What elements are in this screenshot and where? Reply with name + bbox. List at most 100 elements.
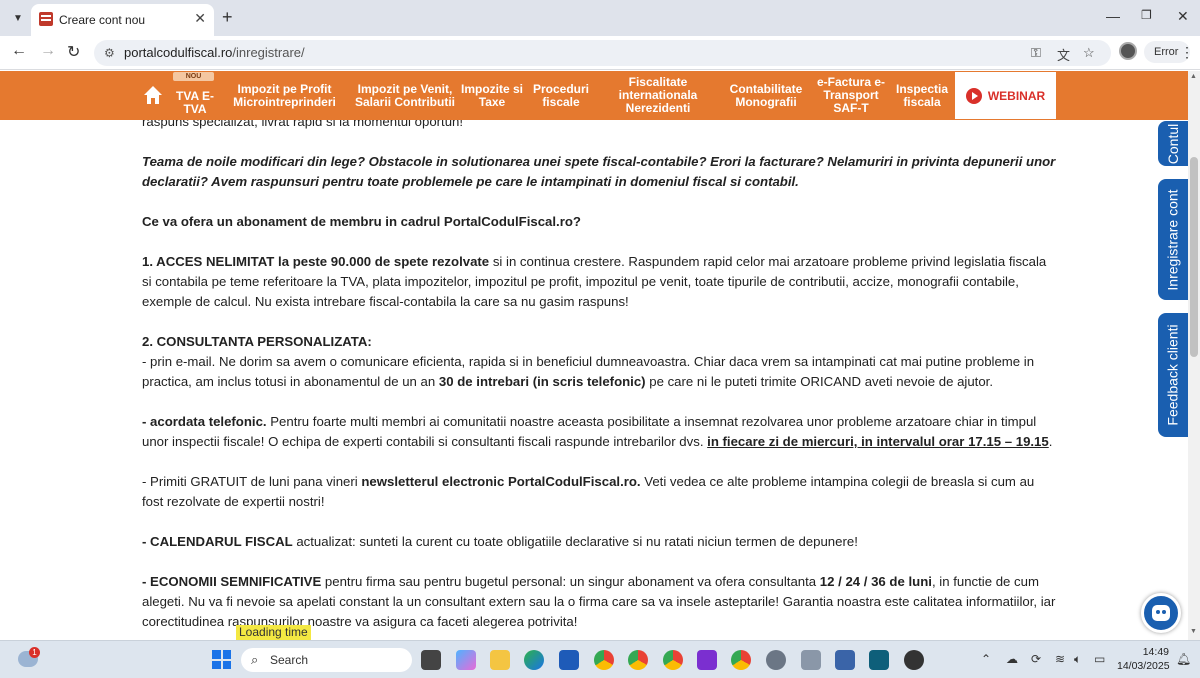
windows-start-icon[interactable]: [212, 650, 231, 669]
media-app-icon[interactable]: [697, 650, 717, 670]
tray-sync-icon[interactable]: ⟳: [1031, 652, 1041, 666]
feedback-label: Feedback clienti: [1165, 324, 1182, 426]
calendar-text: actualizat: sunteti la curent cu toate o…: [292, 534, 858, 549]
benefit-savings: - ECONOMII SEMNIFICATIVE pentru firma sa…: [142, 572, 1057, 632]
new-badge: NOU: [173, 72, 214, 81]
restore-icon[interactable]: ❐: [1141, 8, 1152, 22]
nav-item-contabilitate[interactable]: Contabilitate Monografii: [725, 71, 807, 120]
password-key-icon[interactable]: ⚿: [1031, 45, 1041, 61]
clock-time: 14:49: [1142, 646, 1169, 658]
close-tab-icon[interactable]: ✕: [194, 10, 206, 27]
url-host: portalcodulfiscal.ro: [124, 45, 233, 60]
loading-time-label: Loading time: [236, 625, 311, 640]
webinar-label: WEBINAR: [987, 88, 1046, 103]
nav-item-impozit-profit[interactable]: Impozit pe Profit Microintreprinderi: [232, 71, 337, 120]
benefit-2-text-b: pe care ni le puteti trimite ORICAND ave…: [645, 374, 994, 389]
profile-avatar-icon[interactable]: [1119, 42, 1137, 60]
reload-icon[interactable]: ↻: [67, 42, 80, 62]
translate-icon[interactable]: 文: [1057, 45, 1070, 64]
scroll-down-icon[interactable]: ▼: [1190, 628, 1197, 635]
savings-text-a: pentru firma sau pentru bugetul personal…: [321, 574, 820, 589]
benefit-newsletter: - Primiti GRATUIT de luni pana vineri ne…: [142, 472, 1057, 512]
window-close-icon[interactable]: ✕: [1177, 8, 1189, 25]
home-icon[interactable]: [143, 85, 163, 105]
chrome-icon[interactable]: [594, 650, 614, 670]
minimize-icon[interactable]: —: [1106, 8, 1120, 24]
notifications-icon[interactable]: 🔔︎: [1176, 652, 1191, 666]
benefit-2-bold: 30 de intrebari (in scris telefonic): [438, 374, 646, 389]
nav-item-inspectia[interactable]: Inspectia fiscala: [892, 71, 952, 120]
benefit-2: 2. CONSULTANTA PERSONALIZATA: - prin e-m…: [142, 332, 1057, 392]
clock-date: 14/03/2025: [1117, 660, 1170, 672]
remote-app-icon[interactable]: [835, 650, 855, 670]
nav-item-impozit-venit[interactable]: Impozit pe Venit, Salarii Contributii: [355, 71, 455, 120]
section-heading: Ce va ofera un abonament de membru in ca…: [142, 214, 581, 229]
tab-search-chevron-icon[interactable]: ▼: [8, 8, 28, 28]
bookmark-star-icon[interactable]: ☆: [1083, 45, 1095, 61]
store-icon[interactable]: [559, 650, 579, 670]
chatbot-button[interactable]: [1141, 593, 1181, 633]
newsletter-text-a: - Primiti GRATUIT de luni pana vineri: [142, 474, 362, 489]
benefit-phone: - acordata telefonic. Pentru foarte mult…: [142, 412, 1057, 452]
register-label: Inregistrare cont: [1165, 188, 1182, 291]
weather-badge: 1: [29, 647, 40, 658]
system-clock[interactable]: 14:49 14/03/2025: [1117, 645, 1170, 673]
address-row: ← → ↻ ⚙ portalcodulfiscal.ro/inregistrar…: [0, 36, 1200, 70]
settings-gear-icon[interactable]: [766, 650, 786, 670]
benefit-phone-title: - acordata telefonic.: [142, 414, 267, 429]
contul-side-tab[interactable]: Contul: [1158, 121, 1188, 166]
book-app-icon[interactable]: [869, 650, 889, 670]
windows-taskbar: 1 ⌕ Search ⌃ ☁ ⟳ ≋ 🔈︎ ▭ 14:49 14/03/2025…: [0, 640, 1200, 678]
search-placeholder: Search: [270, 653, 309, 667]
scrollbar-thumb[interactable]: [1190, 157, 1198, 357]
url-path: /inregistrare/: [232, 45, 305, 60]
nav-item-efactura[interactable]: e-Factura e-Transport SAF-T: [815, 71, 887, 120]
tab-strip: ▼ Creare cont nou ✕ + — ❐ ✕: [0, 0, 1200, 36]
page-scrollbar[interactable]: ▲ ▼: [1188, 71, 1200, 640]
browser-menu-icon[interactable]: ⋮: [1180, 44, 1194, 61]
scroll-up-icon[interactable]: ▲: [1190, 73, 1197, 80]
back-arrow-icon[interactable]: ←: [11, 42, 27, 60]
benefit-1: 1. ACCES NELIMITAT la peste 90.000 de sp…: [142, 252, 1057, 312]
volume-icon[interactable]: 🔈︎: [1074, 652, 1081, 667]
battery-icon[interactable]: ▭: [1094, 652, 1105, 666]
network-app-icon[interactable]: [801, 650, 821, 670]
recorder-app-icon[interactable]: [904, 650, 924, 670]
url-text[interactable]: portalcodulfiscal.ro/inregistrare/: [124, 45, 305, 60]
tray-app-icon[interactable]: ☁: [1006, 652, 1018, 666]
edge-icon[interactable]: [524, 650, 544, 670]
file-explorer-icon[interactable]: [490, 650, 510, 670]
tab-title: Creare cont nou: [59, 13, 146, 27]
taskbar-search[interactable]: ⌕ Search: [241, 648, 412, 672]
site-info-icon[interactable]: ⚙: [104, 46, 115, 60]
newsletter-bold: newsletterul electronic PortalCodulFisca…: [361, 474, 641, 489]
feedback-side-tab[interactable]: Feedback clienti: [1158, 313, 1188, 437]
nav-item-fiscalitate[interactable]: Fiscalitate internationala Nerezidenti: [612, 71, 704, 120]
savings-bold-2: 12 / 24 / 36 de luni: [819, 574, 932, 589]
webinar-button[interactable]: WEBINAR: [955, 72, 1056, 119]
copilot-icon[interactable]: [456, 650, 476, 670]
site-favicon-icon: [39, 12, 53, 26]
search-icon: ⌕: [251, 652, 259, 667]
phone-schedule-link[interactable]: in fiecare zi de miercuri, in intervalul…: [707, 434, 1049, 449]
contul-label: Contul: [1165, 123, 1181, 164]
forward-arrow-icon[interactable]: →: [40, 42, 56, 60]
chrome-profile-3-icon[interactable]: [663, 650, 683, 670]
register-side-tab[interactable]: Inregistrare cont: [1158, 179, 1188, 300]
benefit-1-title: 1. ACCES NELIMITAT la peste 90.000 de sp…: [142, 254, 490, 269]
wifi-icon[interactable]: ≋: [1055, 652, 1065, 666]
chatbot-robot-icon: [1152, 605, 1170, 621]
new-tab-plus-icon[interactable]: +: [222, 8, 233, 26]
chrome-profile-2-icon[interactable]: [628, 650, 648, 670]
play-icon: [965, 87, 982, 104]
address-bar[interactable]: ⚙ portalcodulfiscal.ro/inregistrare/ ⚿ 文…: [94, 40, 1111, 66]
tray-chevron-icon[interactable]: ⌃: [981, 652, 991, 666]
nav-item-proceduri[interactable]: Proceduri fiscale: [530, 71, 592, 120]
chrome-profile-4-icon[interactable]: [731, 650, 751, 670]
task-view-icon[interactable]: [421, 650, 441, 670]
benefit-calendar: - CALENDARUL FISCAL actualizat: sunteti …: [142, 532, 1057, 552]
browser-tab[interactable]: Creare cont nou ✕: [31, 4, 214, 36]
benefit-2-title: 2. CONSULTANTA PERSONALIZATA:: [142, 334, 372, 349]
nav-item-impozite-taxe[interactable]: Impozite si Taxe: [460, 71, 524, 120]
intro-question: Teama de noile modificari din lege? Obst…: [142, 154, 1056, 189]
